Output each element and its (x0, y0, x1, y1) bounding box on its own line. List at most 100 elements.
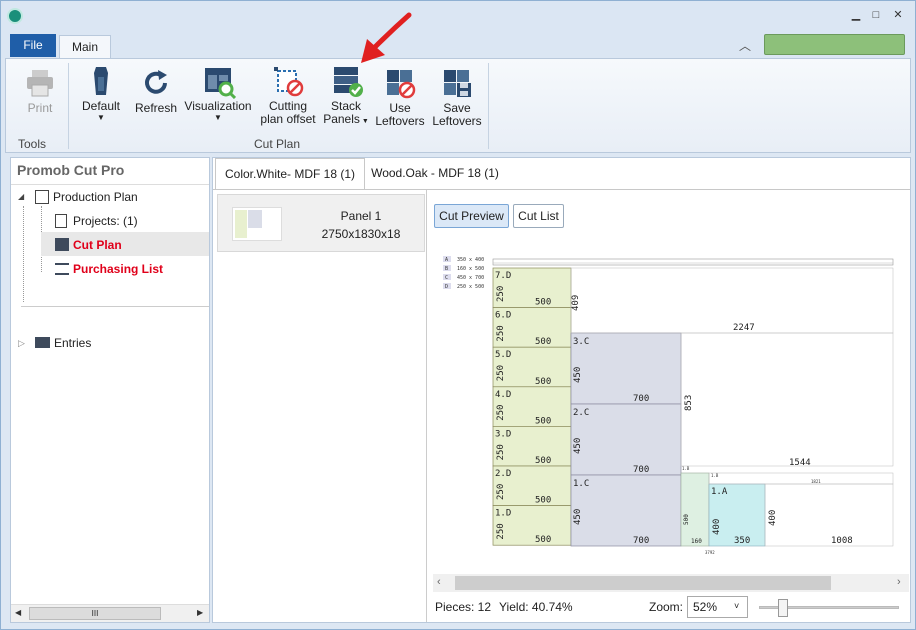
scroll-thumb[interactable]: III (29, 607, 161, 620)
ribbon: Print Tools Default ▼ Refresh Visualizat… (5, 58, 911, 153)
piece-width: 500 (535, 535, 551, 545)
piece-width: 500 (535, 377, 551, 387)
cutting-plan-offset-button[interactable]: Cutting plan offset (258, 65, 318, 126)
panel-card[interactable]: Panel 1 2750x1830x18 (217, 194, 425, 252)
divider (21, 306, 209, 307)
expand-entries-icon[interactable]: ▷ (18, 338, 25, 349)
tools-group-label: Tools (18, 137, 47, 151)
scroll-left-icon[interactable]: ◀ (15, 608, 21, 617)
projects-label: Projects: (1) (73, 214, 138, 228)
tree-item-cut-plan[interactable]: Cut Plan (55, 238, 122, 252)
preview-horizontal-scrollbar[interactable]: ‹ › (433, 574, 909, 592)
piece-height: 250 (496, 365, 506, 381)
piece-height: 250 (496, 325, 506, 341)
scroll-right-icon[interactable]: ▶ (197, 608, 203, 617)
cut-preview-button[interactable]: Cut Preview (434, 204, 509, 228)
left-horizontal-scrollbar[interactable]: ◀ III ▶ (11, 604, 209, 622)
use-leftovers-button[interactable]: Use Leftovers (374, 67, 426, 128)
collapse-ribbon-icon[interactable]: ︿ (739, 37, 751, 54)
waste-area (570, 267, 894, 334)
tree-item-production-plan[interactable]: Production Plan (35, 190, 138, 204)
cutting-offset-label-2: plan offset (260, 112, 316, 126)
entries-label: Entries (54, 336, 92, 350)
scroll-left-icon[interactable]: ‹ (437, 576, 441, 588)
tree-item-purchasing-list[interactable]: Purchasing List (55, 262, 163, 276)
legend-key: C (445, 275, 448, 281)
visualization-icon (202, 65, 237, 100)
tab-wood-oak[interactable]: Wood.Oak - MDF 18 (1) (365, 158, 505, 189)
legend-value: 250 x 500 (457, 284, 484, 290)
save-leftovers-icon (441, 67, 473, 99)
piece-label: 1.C (573, 479, 589, 489)
scroll-thumb[interactable] (455, 576, 831, 590)
printer-icon (24, 67, 56, 99)
piece-width: 500 (535, 456, 551, 466)
zoom-slider-thumb[interactable] (778, 599, 788, 617)
tab-color-white[interactable]: Color.White- MDF 18 (1) (215, 158, 365, 189)
piece-width: 500 (535, 416, 551, 426)
piece-height: 400 (712, 519, 722, 535)
tree-item-entries[interactable]: Entries (35, 336, 91, 350)
dimension-label: 1544 (789, 458, 811, 468)
waste-area (764, 483, 894, 547)
group-separator (68, 63, 69, 149)
panel-list: Panel 1 2750x1830x18 (213, 190, 427, 622)
panel-thumbnail (232, 207, 282, 241)
piece-height: 450 (573, 509, 583, 525)
piece-height: 250 (496, 484, 506, 500)
use-leftovers-icon (384, 67, 416, 99)
tree-line (23, 206, 24, 302)
piece-height: 450 (573, 438, 583, 454)
maximize-button[interactable]: □ (869, 9, 883, 21)
dimension-label: 853 (684, 395, 694, 411)
tree-item-projects[interactable]: Projects: (1) (55, 214, 138, 228)
zoom-select[interactable]: 52% ˅ (687, 596, 748, 618)
dimension-label: 1821 (811, 479, 821, 484)
legend-key: D (445, 284, 448, 290)
visualization-dropdown-icon: ▼ (214, 113, 222, 122)
stack-panels-button[interactable]: Stack Panels ▼ (322, 65, 370, 128)
visualization-button[interactable]: Visualization ▼ (182, 65, 254, 123)
piece-height: 250 (496, 523, 506, 539)
piece-label: 1.D (495, 509, 511, 519)
account-bar[interactable] (764, 34, 905, 55)
minimize-button[interactable]: ▁ (849, 9, 863, 21)
legend-value: 160 x 500 (457, 266, 484, 272)
dimension-label: 400 (768, 510, 778, 526)
cut-diagram: A 350 x 400 B 160 x 500 C 450 x 700 D 250 x 500… (443, 256, 894, 555)
list-icon (55, 263, 69, 275)
divider (11, 184, 209, 185)
expand-production-plan-icon[interactable]: ◢ (18, 192, 24, 201)
piece-label: 2.D (495, 469, 511, 479)
dimension-label: 1008 (831, 536, 853, 546)
dimension-label: 2247 (733, 323, 755, 333)
thumb-block (235, 210, 247, 238)
scroll-right-icon[interactable]: › (897, 576, 901, 588)
piece-width: 700 (633, 394, 649, 404)
legend-value: 450 x 700 (457, 275, 484, 281)
default-button[interactable]: Default ▼ (76, 65, 126, 123)
piece-height: 500 (683, 514, 690, 525)
main-pane: Color.White- MDF 18 (1) Wood.Oak - MDF 1… (212, 157, 911, 623)
piece-height: 450 (573, 367, 583, 383)
close-button[interactable]: ✕ (891, 9, 905, 21)
title-bar: ▁ □ ✕ (1, 1, 915, 33)
production-plan-label: Production Plan (53, 190, 138, 204)
main-tab[interactable]: Main (59, 35, 111, 59)
save-leftovers-button[interactable]: Save Leftovers (430, 67, 484, 128)
piece-label: 6.D (495, 311, 511, 321)
piece-height: 250 (496, 286, 506, 302)
dimension-label: 1.B (711, 473, 719, 478)
file-tab[interactable]: File (10, 34, 56, 57)
zoom-value: 52% (693, 600, 718, 614)
cut-list-button[interactable]: Cut List (513, 204, 564, 228)
purchasing-list-label: Purchasing List (73, 262, 164, 276)
legend-key: B (445, 266, 448, 272)
app-title: Promob Cut Pro (17, 162, 125, 178)
default-dropdown-icon: ▼ (97, 113, 105, 122)
piece-label: 4.D (495, 390, 511, 400)
print-button[interactable]: Print (14, 67, 66, 115)
legend-key: A (445, 257, 448, 263)
refresh-button[interactable]: Refresh (132, 67, 180, 115)
use-leftovers-label-2: Leftovers (375, 114, 425, 128)
